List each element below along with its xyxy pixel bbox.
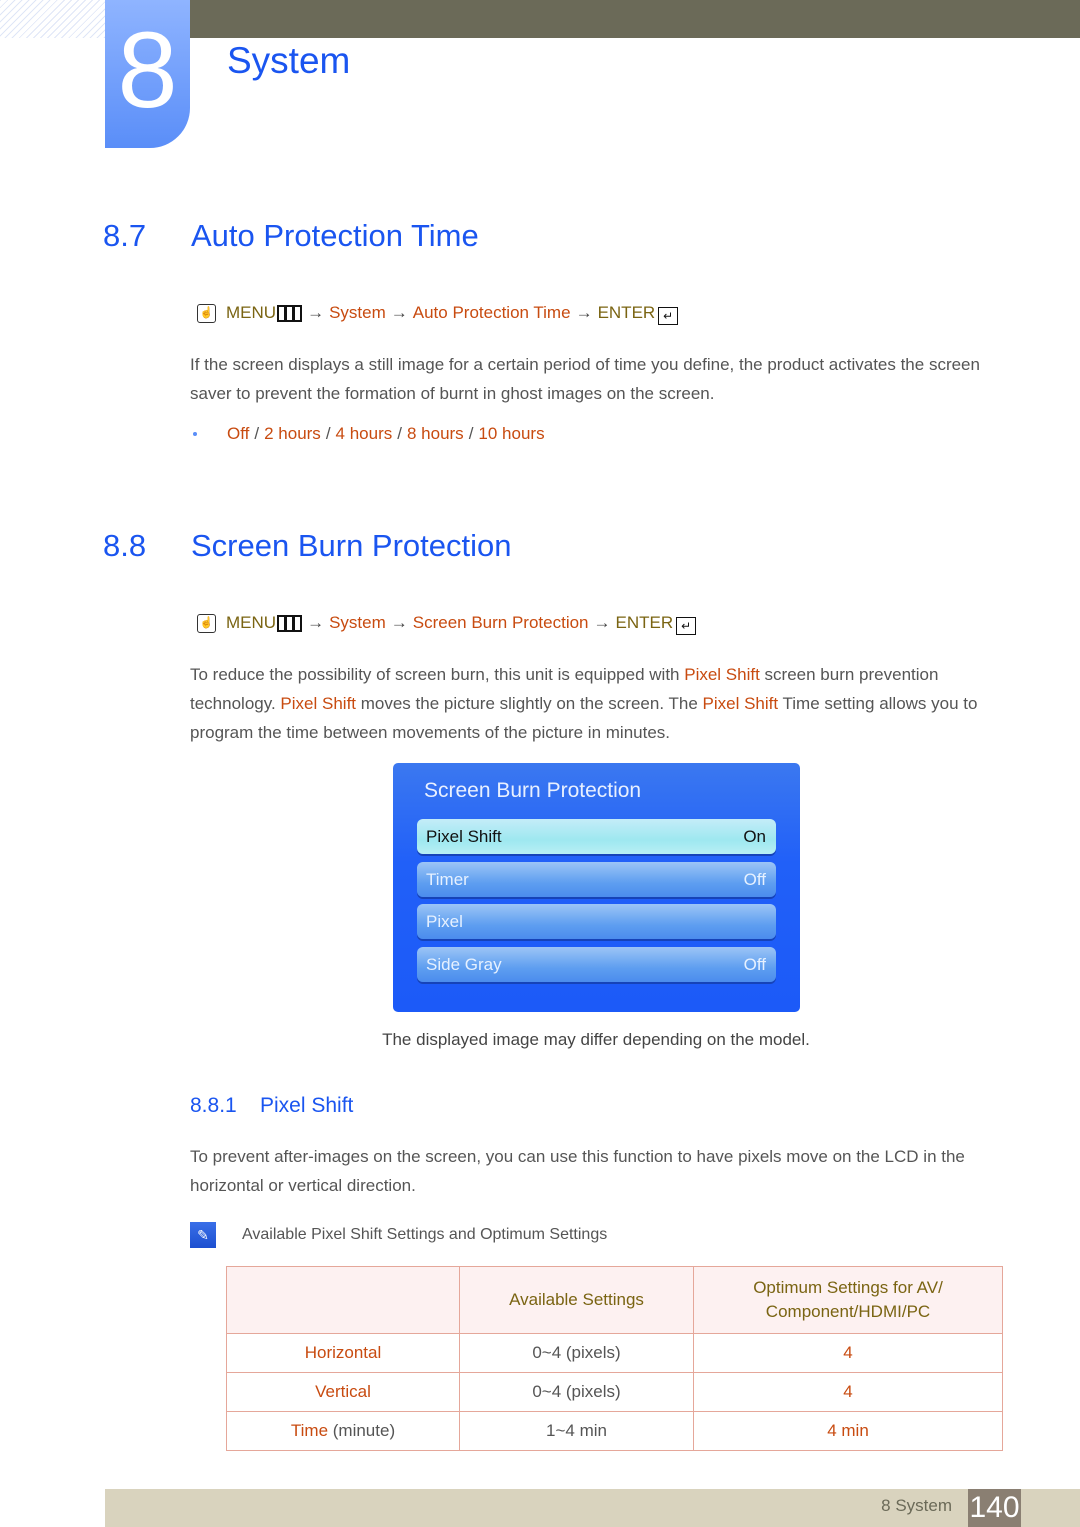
option: 4 hours [335,424,393,443]
row-label: Time (minute) [226,1411,460,1451]
table-header: Optimum Settings for AV/ Component/HDMI/… [693,1266,1003,1334]
header-text: Optimum Settings for AV/ Component/HDMI/… [753,1278,943,1321]
section-title: Auto Protection Time [191,218,479,253]
enter-icon: ↵ [658,307,679,325]
table-row: Time (minute) 1~4 min 4 min [226,1411,1003,1451]
path-item: System [329,303,386,322]
note: ✎ Available Pixel Shift Settings and Opt… [190,1222,607,1248]
subsection-heading-8-8-1: 8.8.1 Pixel Shift [190,1094,353,1118]
table-header: Available Settings [459,1266,694,1334]
available-value: 0~4 (pixels) [459,1372,694,1412]
osd-item-timer[interactable]: Timer Off [417,862,776,897]
text: To reduce the possibility of screen burn… [190,665,685,684]
arrow: → [307,613,325,632]
available-value: 1~4 min [459,1411,694,1451]
arrow: → [575,303,593,322]
pixel-shift-settings-table: Available Settings Optimum Settings for … [226,1266,1003,1451]
section-title: Screen Burn Protection [191,528,512,563]
label-text: Horizontal [304,1343,382,1362]
label-text: Time [290,1421,329,1440]
menu-icon [277,614,303,632]
touch-icon: ☝ [197,303,216,323]
highlight-term: Pixel Shift [684,665,760,684]
osd-item-side-gray[interactable]: Side Gray Off [417,947,776,982]
table-row: Vertical 0~4 (pixels) 4 [226,1372,1003,1412]
separator: / [468,424,474,443]
path-item: Screen Burn Protection [412,613,589,632]
arrow: → [593,613,611,632]
section-number: 8.7 [103,218,147,253]
highlight-term: Pixel Shift [280,694,357,713]
touch-icon: ☝ [197,613,216,633]
option: Off [227,424,250,443]
label-suffix: (minute) [328,1421,396,1440]
osd-item-label: Pixel [426,911,463,931]
enter-label: ENTER [597,303,656,322]
table-header [226,1266,460,1334]
options-list: Off/2 hours/4 hours/8 hours/10 hours [190,424,545,444]
osd-item-value: On [743,826,766,846]
osd-item-value: Off [743,954,766,974]
option: 10 hours [478,424,545,443]
subsection-title: Pixel Shift [260,1094,354,1117]
path-item: System [329,613,386,632]
row-label: Vertical [226,1372,460,1412]
section-description: If the screen displays a still image for… [190,355,980,403]
separator: / [397,424,402,443]
osd-item-label: Pixel Shift [426,826,502,846]
table-row: Horizontal 0~4 (pixels) 4 [226,1333,1003,1373]
path-item: Auto Protection Time [412,303,571,322]
osd-item-value: Off [743,869,766,889]
arrow: → [390,613,408,632]
optimum-value: 4 [693,1333,1003,1373]
page-number: 140 [968,1489,1021,1527]
table-header-row: Available Settings Optimum Settings for … [226,1266,1003,1334]
menu-icon [277,304,303,322]
section-heading-8-7: 8.7 Auto Protection Time [103,218,479,254]
menu-label: MENU [226,303,277,322]
separator: / [254,424,260,443]
option: 8 hours [406,424,464,443]
note-pencil-icon: ✎ [190,1222,216,1248]
image-caption: The displayed image may differ depending… [382,1030,810,1049]
separator: / [325,424,331,443]
header-bar [190,0,1080,38]
note-text: Available Pixel Shift Settings and Optim… [242,1226,608,1243]
section-heading-8-8: 8.8 Screen Burn Protection [103,528,512,564]
arrow: → [307,303,325,322]
page-footer: 8 System [105,1489,1080,1527]
row-label: Horizontal [226,1333,460,1373]
available-value: 0~4 (pixels) [459,1333,694,1373]
arrow: → [390,303,408,322]
subsection-description: To prevent after-images on the screen, y… [190,1147,965,1195]
enter-label: ENTER [615,613,674,632]
option: 2 hours [264,424,321,443]
enter-icon: ↵ [676,617,697,635]
subsection-number: 8.8.1 [190,1094,237,1117]
chapter-number-tab: 8 [105,0,190,148]
osd-item-label: Timer [426,869,469,889]
chapter-title: System [227,40,351,81]
osd-item-pixel-shift[interactable]: Pixel Shift On [417,819,776,854]
osd-item-pixel[interactable]: Pixel [417,904,776,939]
optimum-value: 4 min [693,1411,1003,1451]
menu-path-8-7: ☝ MENU → System → Auto Protection Time →… [197,303,679,325]
footer-chapter-label: 8 System [881,1496,952,1515]
label-text: Vertical [315,1382,371,1401]
section-description: To reduce the possibility of screen burn… [190,660,1005,747]
osd-item-label: Side Gray [426,954,502,974]
menu-path-8-8: ☝ MENU → System → Screen Burn Protection… [197,613,697,635]
optimum-value: 4 [693,1372,1003,1412]
menu-label: MENU [226,613,277,632]
section-number: 8.8 [103,528,147,563]
bullet-icon [193,432,197,436]
osd-menu: Screen Burn Protection Pixel Shift On Tim… [393,763,800,1012]
highlight-term: Pixel Shift [702,694,779,713]
decorative-hatch [0,0,105,38]
osd-title: Screen Burn Protection [424,779,642,802]
text: moves the picture slightly on the screen… [356,694,703,713]
